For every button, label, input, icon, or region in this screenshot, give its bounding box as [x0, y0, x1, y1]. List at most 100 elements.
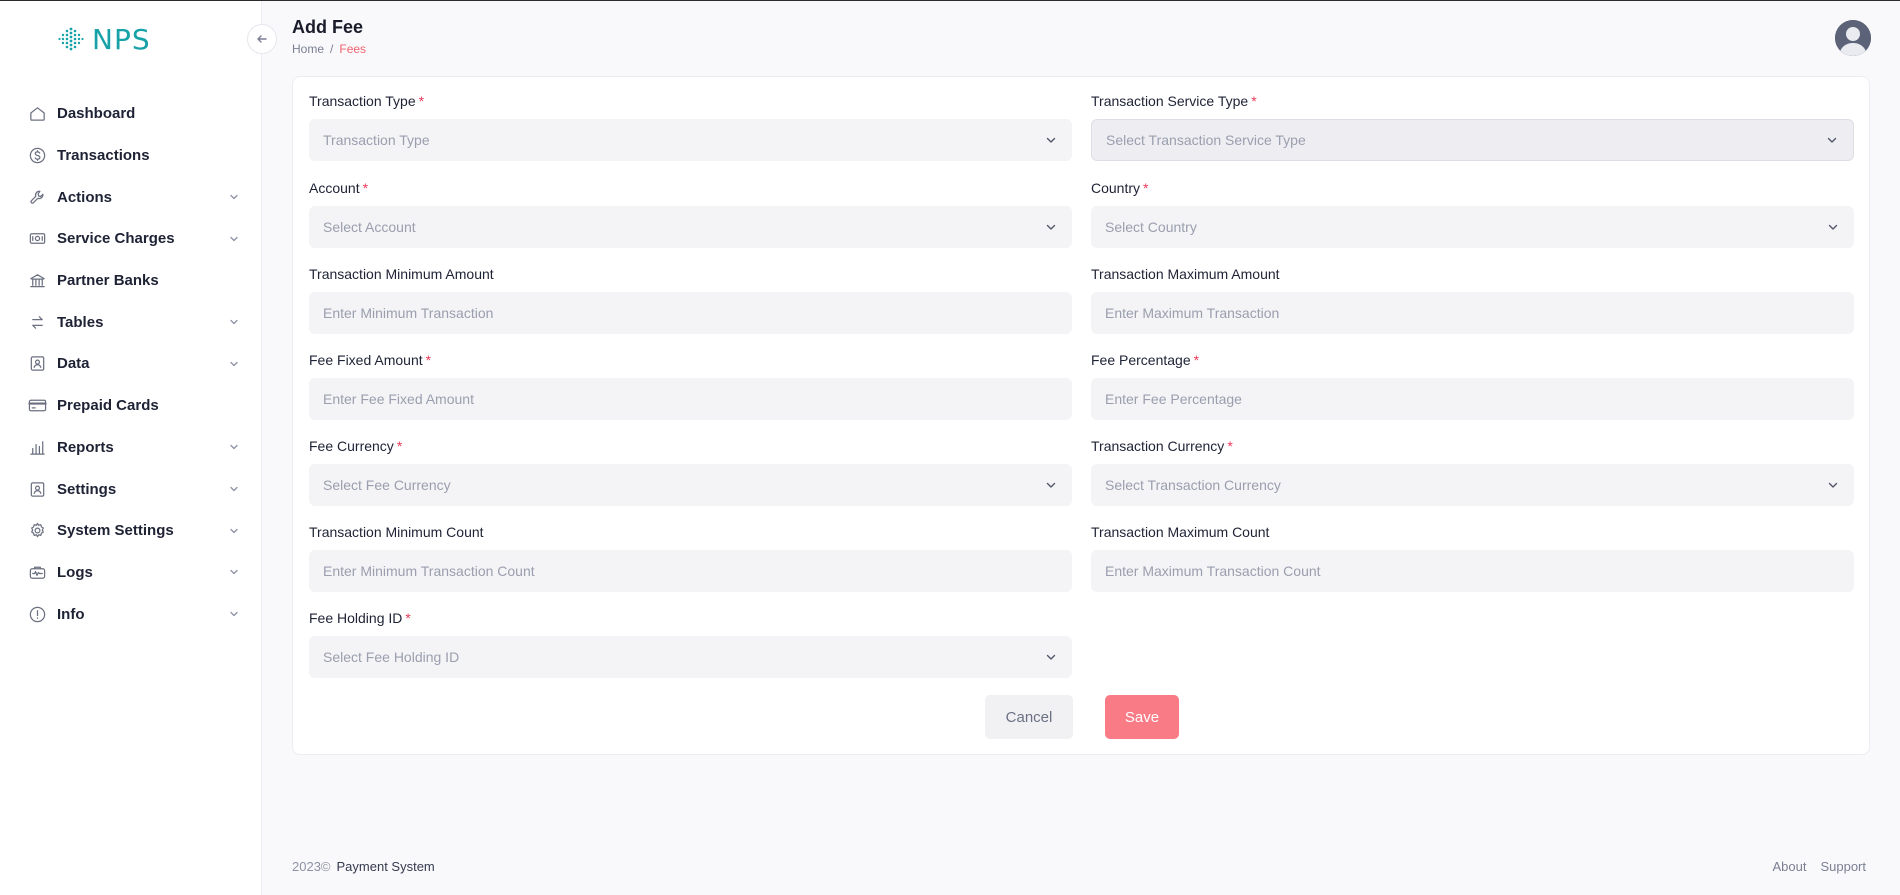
logs-icon — [27, 562, 47, 582]
footer-copyright: 2023© Payment System — [292, 859, 435, 874]
footer-link-about[interactable]: About — [1772, 859, 1806, 874]
chevron-down-icon — [230, 611, 238, 617]
id-card-icon — [27, 354, 47, 374]
sidebar-collapse-button[interactable] — [247, 24, 277, 54]
transaction-type-select[interactable]: Transaction Type — [309, 119, 1072, 161]
required-marker: * — [1143, 180, 1149, 196]
transaction-min-count-placeholder: Enter Minimum Transaction Count — [323, 563, 535, 579]
chevron-down-icon — [230, 486, 238, 492]
field-transaction-max-count: Transaction Maximum Count Enter Maximum T… — [1091, 524, 1854, 592]
home-icon — [27, 104, 47, 124]
transaction-max-amount-label: Transaction Maximum Amount — [1091, 266, 1854, 284]
sidebar-item-label: Logs — [57, 563, 93, 581]
chevron-down-icon — [1828, 482, 1838, 488]
fee-holding-id-placeholder: Select Fee Holding ID — [323, 649, 460, 665]
sidebar-item-reports[interactable]: Reports — [0, 427, 262, 469]
fee-currency-label-text: Fee Currency — [309, 438, 394, 454]
sidebar-item-tables[interactable]: Tables — [0, 301, 262, 343]
sidebar-item-dashboard[interactable]: Dashboard — [0, 93, 262, 135]
sidebar-item-service-charges[interactable]: Service Charges — [0, 218, 262, 260]
add-fee-form-card: Cancel Save Transaction Type * Transaction… — [292, 76, 1870, 755]
sidebar-item-actions[interactable]: Actions — [0, 176, 262, 218]
fee-holding-id-select[interactable]: Select Fee Holding ID — [309, 636, 1072, 678]
fee-percentage-input[interactable]: Enter Fee Percentage — [1091, 378, 1854, 420]
required-marker: * — [425, 352, 432, 368]
transaction-min-count-label: Transaction Minimum Count — [309, 524, 1072, 542]
sidebar-item-partner-banks[interactable]: Partner Banks — [0, 260, 262, 302]
chevron-down-icon — [230, 195, 238, 200]
user-square-icon — [27, 479, 47, 499]
transaction-max-count-input[interactable]: Enter Maximum Transaction Count — [1091, 550, 1854, 592]
transaction-type-placeholder: Transaction Type — [323, 132, 430, 148]
footer-link-support[interactable]: Support — [1820, 859, 1866, 874]
breadcrumb-current: Fees — [339, 42, 367, 56]
fee-currency-label: Fee Currency * — [309, 438, 1072, 456]
cash-icon — [27, 229, 47, 249]
transaction-service-type-label: Transaction Service Type * — [1091, 93, 1854, 111]
required-marker: * — [1227, 438, 1233, 454]
transaction-min-amount-label: Transaction Minimum Amount — [309, 266, 1072, 284]
sidebar-item-label: System Settings — [57, 522, 174, 540]
logo[interactable]: NPS — [58, 23, 151, 56]
sidebar-item-transactions[interactable]: Transactions — [0, 135, 262, 177]
logo-dots-icon — [58, 27, 84, 50]
sidebar-item-label: Service Charges — [57, 230, 175, 248]
sidebar-item-logs[interactable]: Logs — [0, 552, 262, 594]
sidebar-item-label: Settings — [57, 480, 117, 498]
field-transaction-min-count: Transaction Minimum Count Enter Minimum T… — [309, 524, 1072, 592]
chevron-down-icon — [230, 445, 238, 450]
transaction-max-amount-label-text: Transaction Maximum Amount — [1091, 266, 1280, 282]
transaction-max-count-label-text: Transaction Maximum Count — [1091, 524, 1270, 540]
fee-currency-placeholder: Select Fee Currency — [323, 477, 451, 493]
sidebar-item-prepaid-cards[interactable]: Prepaid Cards — [0, 385, 262, 427]
sidebar-nav: Dashboard Transactions Actions Service Char… — [0, 93, 262, 635]
transaction-max-amount-input[interactable]: Enter Maximum Transaction — [1091, 292, 1854, 334]
fee-fixed-amount-label: Fee Fixed Amount * — [309, 352, 1072, 370]
transaction-currency-placeholder: Select Transaction Currency — [1105, 477, 1281, 493]
country-label: Country * — [1091, 180, 1854, 198]
breadcrumb-home[interactable]: Home — [292, 42, 324, 56]
fee-percentage-label-text: Fee Percentage — [1091, 352, 1191, 368]
sidebar-item-system-settings[interactable]: System Settings — [0, 510, 262, 552]
fee-fixed-amount-placeholder: Enter Fee Fixed Amount — [323, 391, 474, 407]
sidebar: NPS Dashboard Transactions Actions Service … — [0, 1, 262, 895]
sidebar-item-settings[interactable]: Settings — [0, 468, 262, 510]
save-button[interactable]: Save — [1105, 695, 1179, 739]
field-country: Country * Select Country — [1091, 180, 1854, 248]
page-title: Add Fee — [292, 17, 364, 37]
sidebar-item-label: Dashboard — [57, 105, 136, 123]
sidebar-item-data[interactable]: Data — [0, 343, 262, 385]
field-fee-holding-id: Fee Holding ID * Select Fee Holding ID — [309, 610, 1072, 678]
fee-currency-select[interactable]: Select Fee Currency — [309, 464, 1072, 506]
logo-text: NPS — [92, 23, 151, 56]
fee-percentage-placeholder: Enter Fee Percentage — [1105, 391, 1242, 407]
transaction-service-type-label-text: Transaction Service Type — [1091, 93, 1249, 109]
chevron-down-icon — [230, 528, 238, 533]
account-select[interactable]: Select Account — [309, 206, 1072, 248]
bar-chart-icon — [27, 437, 47, 457]
country-select[interactable]: Select Country — [1091, 206, 1854, 248]
user-avatar[interactable] — [1835, 20, 1871, 56]
required-marker: * — [1251, 93, 1257, 109]
transaction-min-amount-input[interactable]: Enter Minimum Transaction — [309, 292, 1072, 334]
transaction-max-count-label: Transaction Maximum Count — [1091, 524, 1854, 542]
bank-icon — [27, 271, 47, 291]
transaction-currency-select[interactable]: Select Transaction Currency — [1091, 464, 1854, 506]
transaction-service-type-select: Select Transaction Service Type — [1091, 119, 1854, 161]
cancel-button[interactable]: Cancel — [985, 695, 1073, 739]
sidebar-item-label: Transactions — [57, 147, 150, 165]
sidebar-item-label: Tables — [57, 313, 104, 331]
footer-brand[interactable]: Payment System — [337, 859, 435, 874]
chevron-down-icon — [1046, 137, 1056, 143]
fee-fixed-amount-input[interactable]: Enter Fee Fixed Amount — [309, 378, 1072, 420]
transaction-type-label: Transaction Type * — [309, 93, 1072, 111]
field-fee-currency: Fee Currency * Select Fee Currency — [309, 438, 1072, 506]
chevron-down-icon — [230, 361, 238, 367]
transaction-currency-label-text: Transaction Currency — [1091, 438, 1225, 454]
info-icon — [27, 604, 47, 624]
transaction-min-count-label-text: Transaction Minimum Count — [309, 524, 484, 540]
transaction-min-count-input[interactable]: Enter Minimum Transaction Count — [309, 550, 1072, 592]
required-marker: * — [362, 180, 369, 196]
field-transaction-max-amount: Transaction Maximum Amount Enter Maximum … — [1091, 266, 1854, 334]
sidebar-item-info[interactable]: Info — [0, 593, 262, 635]
